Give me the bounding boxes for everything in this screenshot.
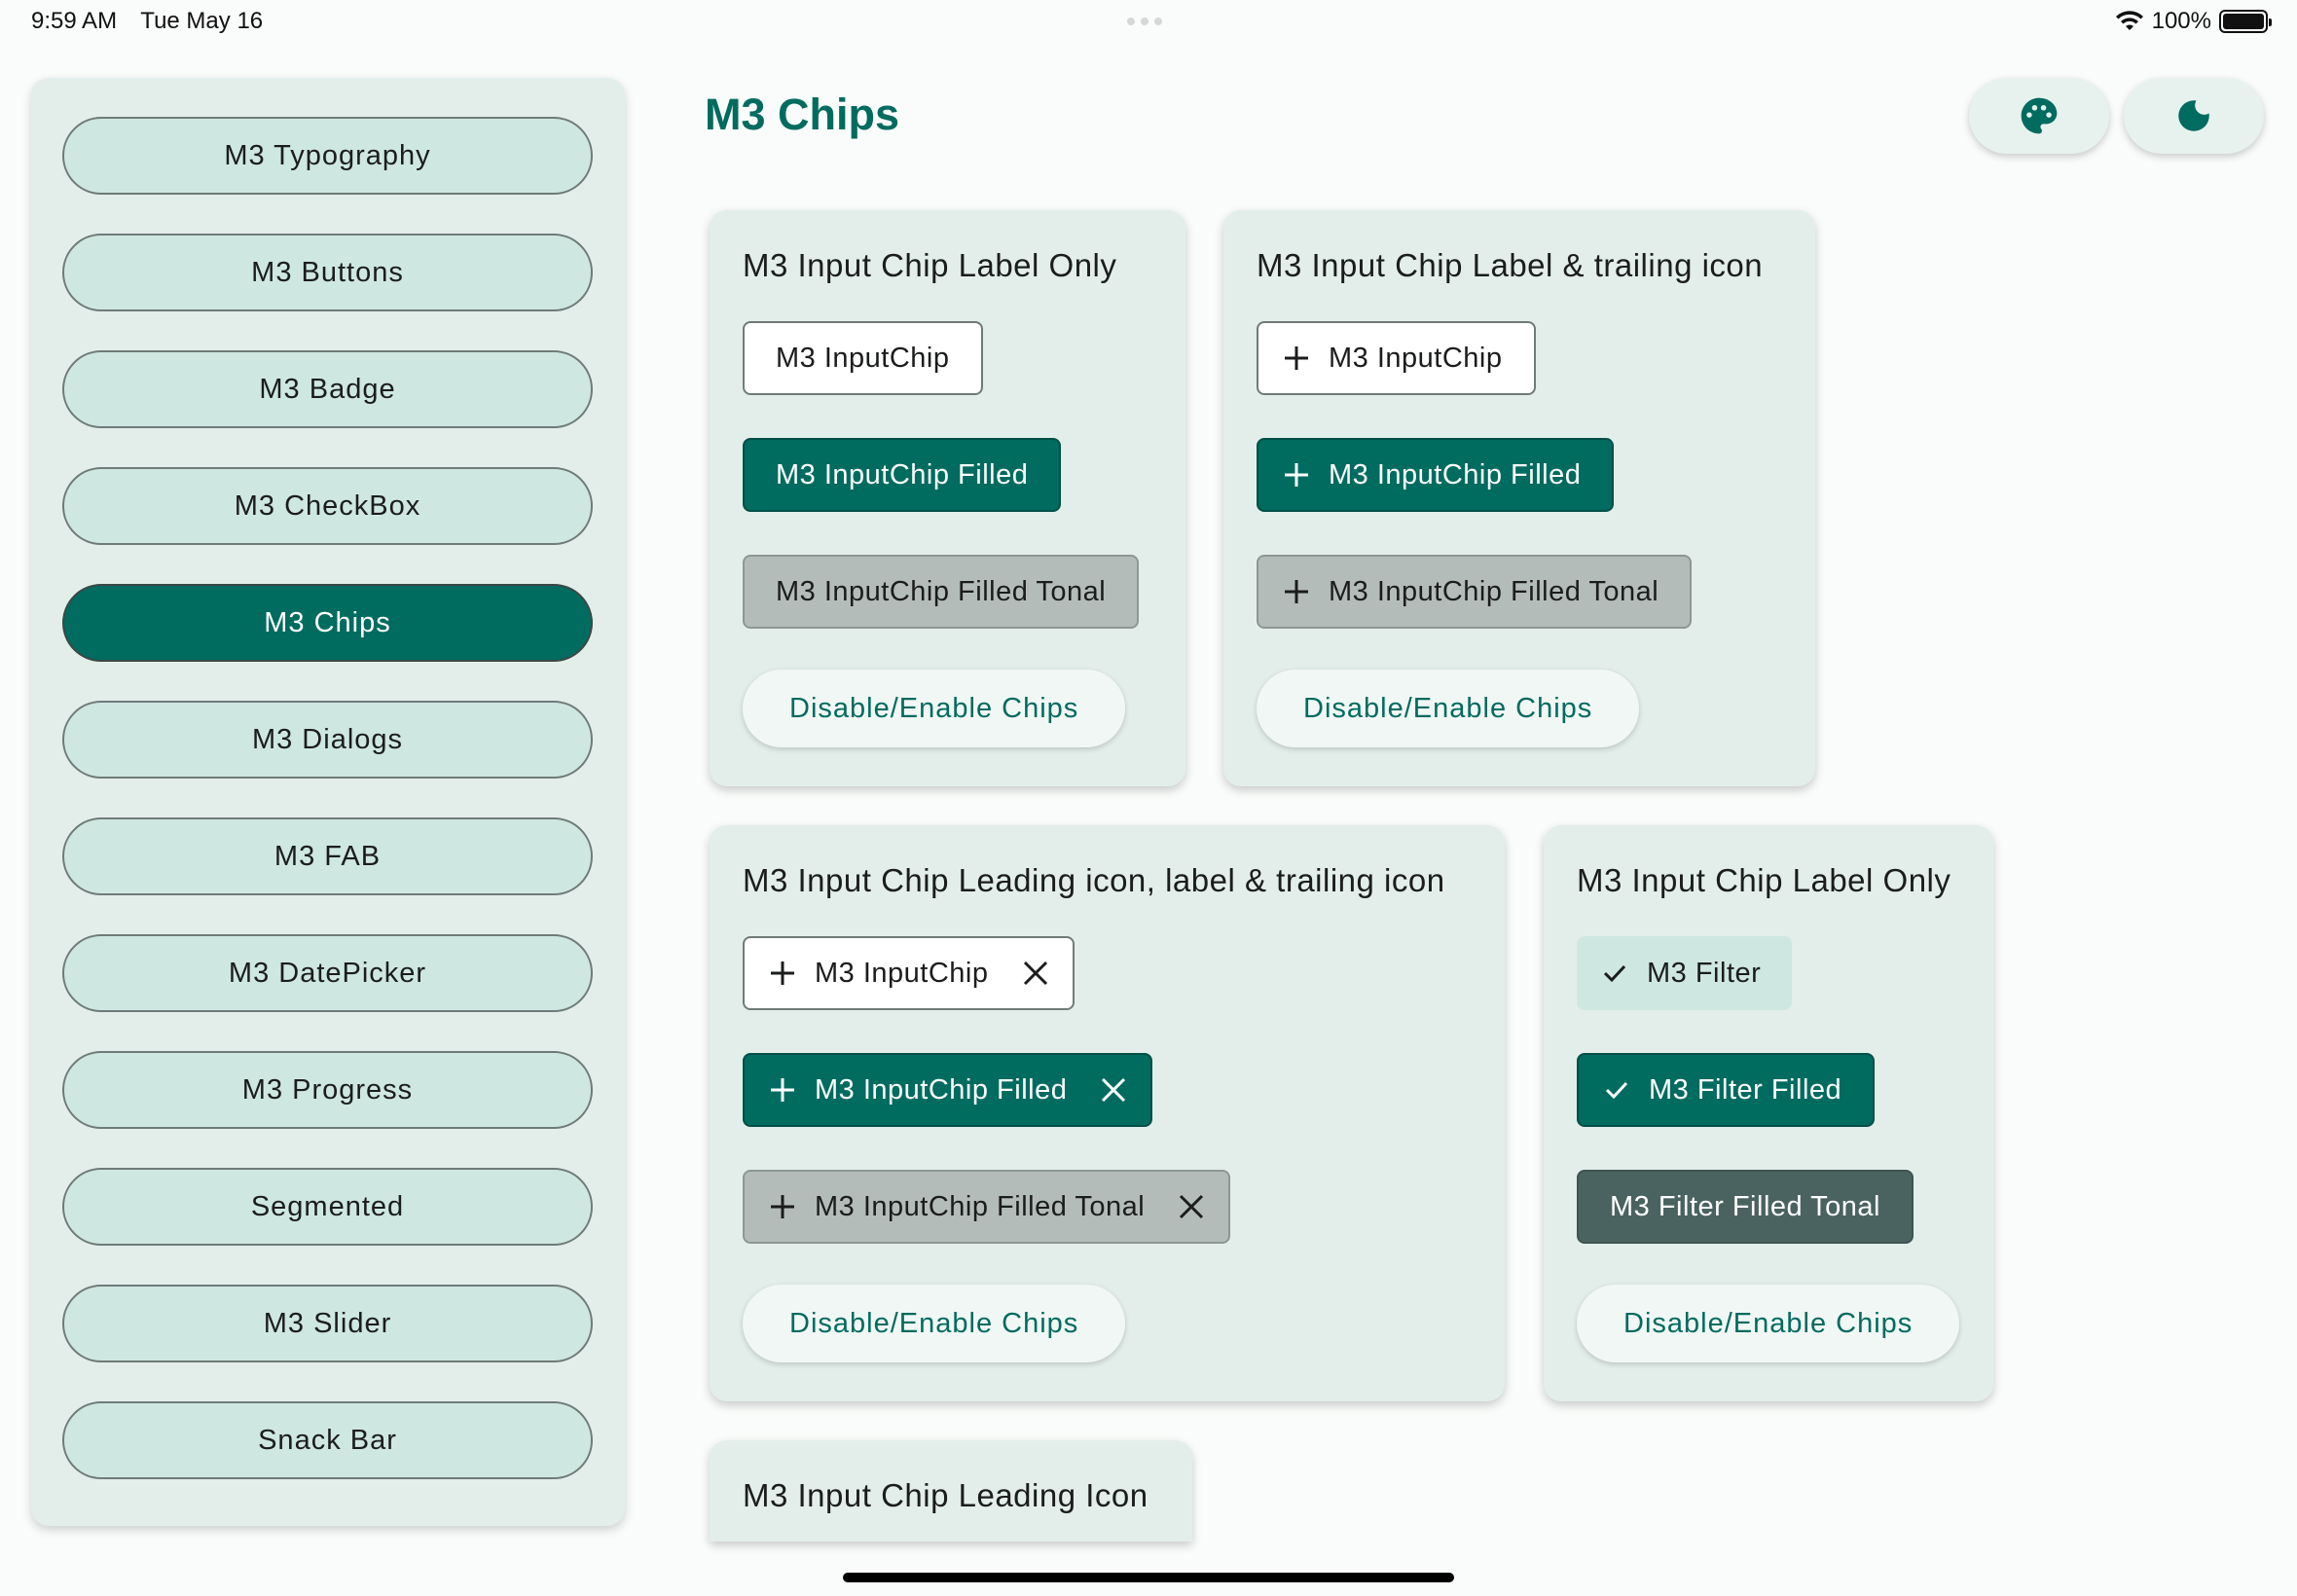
input-chip[interactable]: M3 InputChip (1257, 321, 1536, 395)
card-title: M3 Input Chip Leading Icon (743, 1477, 1148, 1513)
plus-icon (1282, 577, 1311, 606)
sidebar-item-badge[interactable]: M3 Badge (62, 350, 593, 428)
card-input-chip-trailing-icon: M3 Input Chip Label & trailing icon M3 I… (1223, 210, 1815, 786)
disable-enable-chips-button[interactable]: Disable/Enable Chips (743, 1285, 1126, 1362)
input-chip-filled[interactable]: M3 InputChip Filled (1257, 438, 1615, 512)
chip-label: M3 InputChip Filled (776, 458, 1029, 490)
chip-label: M3 InputChip Filled Tonal (1329, 575, 1659, 607)
theme-color-button[interactable] (1969, 78, 2109, 154)
plus-icon (768, 959, 797, 988)
plus-icon (768, 1192, 797, 1221)
card-input-chip-leading-trailing: M3 Input Chip Leading icon, label & trai… (710, 825, 1505, 1401)
card-title: M3 Input Chip Label Only (743, 247, 1117, 283)
status-indicators: 100% (2115, 8, 2272, 35)
chip-label: M3 InputChip (776, 342, 950, 374)
home-indicator[interactable] (843, 1573, 1454, 1582)
dark-mode-button[interactable] (2124, 78, 2264, 154)
plus-icon (1282, 344, 1311, 373)
chip-label: M3 Filter Filled (1649, 1073, 1842, 1106)
sidebar-item-segmented[interactable]: Segmented (62, 1168, 593, 1246)
chip-label: M3 InputChip Filled Tonal (815, 1190, 1146, 1222)
disable-enable-chips-button[interactable]: Disable/Enable Chips (1257, 670, 1640, 747)
chip-label: M3 InputChip Filled (1329, 458, 1582, 490)
input-chip-filled-tonal[interactable]: M3 InputChip Filled Tonal (1257, 555, 1693, 629)
plus-icon (1282, 460, 1311, 490)
input-chip[interactable]: M3 InputChip (743, 936, 1075, 1010)
sidebar-item-buttons[interactable]: M3 Buttons (62, 234, 593, 311)
close-icon[interactable] (1020, 958, 1051, 989)
sidebar-item-fab[interactable]: M3 FAB (62, 817, 593, 895)
chip-label: M3 InputChip (815, 957, 989, 989)
card-title: M3 Input Chip Label Only (1577, 862, 1951, 898)
sidebar-item-slider[interactable]: M3 Slider (62, 1285, 593, 1362)
card-input-chip-label-only: M3 Input Chip Label Only M3 InputChip M3… (710, 210, 1185, 786)
sidebar-item-typography[interactable]: M3 Typography (62, 117, 593, 195)
input-chip[interactable]: M3 InputChip (743, 321, 983, 395)
status-time-date: 9:59 AM Tue May 16 (31, 8, 280, 35)
sidebar-item-checkbox[interactable]: M3 CheckBox (62, 467, 593, 545)
sidebar-item-datepicker[interactable]: M3 DatePicker (62, 934, 593, 1012)
input-chip-filled[interactable]: M3 InputChip Filled (743, 1053, 1153, 1127)
card-input-chip-leading-icon: M3 Input Chip Leading Icon (710, 1440, 1192, 1542)
plus-icon (768, 1075, 797, 1105)
wifi-icon (2115, 11, 2143, 30)
filter-chip-filled[interactable]: M3 Filter Filled (1577, 1053, 1876, 1127)
page-title: M3 Chips (705, 90, 900, 139)
chip-label: M3 Filter (1647, 957, 1762, 989)
moon-icon (2178, 100, 2209, 131)
status-bar: 9:59 AM Tue May 16 100% (0, 0, 2297, 47)
input-chip-filled[interactable]: M3 InputChip Filled (743, 438, 1062, 512)
battery-icon (2219, 10, 2272, 33)
chip-label: M3 InputChip Filled (815, 1073, 1068, 1106)
card-title: M3 Input Chip Leading icon, label & trai… (743, 862, 1445, 898)
close-icon[interactable] (1098, 1074, 1129, 1106)
check-icon (1600, 959, 1629, 988)
sidebar-item-dialogs[interactable]: M3 Dialogs (62, 701, 593, 779)
card-filter-chips: M3 Input Chip Label Only M3 Filter M3 Fi… (1544, 825, 1993, 1401)
battery-percent: 100% (2151, 8, 2211, 34)
palette-icon (2021, 97, 2058, 134)
input-chip-filled-tonal[interactable]: M3 InputChip Filled Tonal (743, 555, 1140, 629)
sidebar-item-snackbar[interactable]: Snack Bar (62, 1401, 593, 1479)
disable-enable-chips-button[interactable]: Disable/Enable Chips (1577, 1285, 1960, 1362)
close-icon[interactable] (1176, 1191, 1207, 1222)
chip-label: M3 InputChip Filled Tonal (776, 575, 1107, 607)
filter-chip-filled-tonal[interactable]: M3 Filter Filled Tonal (1577, 1170, 1914, 1244)
disable-enable-chips-button[interactable]: Disable/Enable Chips (743, 670, 1126, 747)
multitasking-dots[interactable] (1127, 18, 1162, 25)
card-title: M3 Input Chip Label & trailing icon (1257, 247, 1764, 283)
input-chip-filled-tonal[interactable]: M3 InputChip Filled Tonal (743, 1170, 1231, 1244)
chip-label: M3 InputChip (1329, 342, 1503, 374)
sidebar-item-chips[interactable]: M3 Chips (62, 584, 593, 662)
status-time: 9:59 AM (31, 8, 118, 34)
sidebar: M3 Typography M3 Buttons M3 Badge M3 Che… (31, 78, 625, 1526)
status-date: Tue May 16 (140, 8, 264, 34)
check-icon (1602, 1075, 1631, 1105)
chip-label: M3 Filter Filled Tonal (1610, 1190, 1881, 1222)
filter-chip[interactable]: M3 Filter (1577, 936, 1793, 1010)
sidebar-item-progress[interactable]: M3 Progress (62, 1051, 593, 1129)
